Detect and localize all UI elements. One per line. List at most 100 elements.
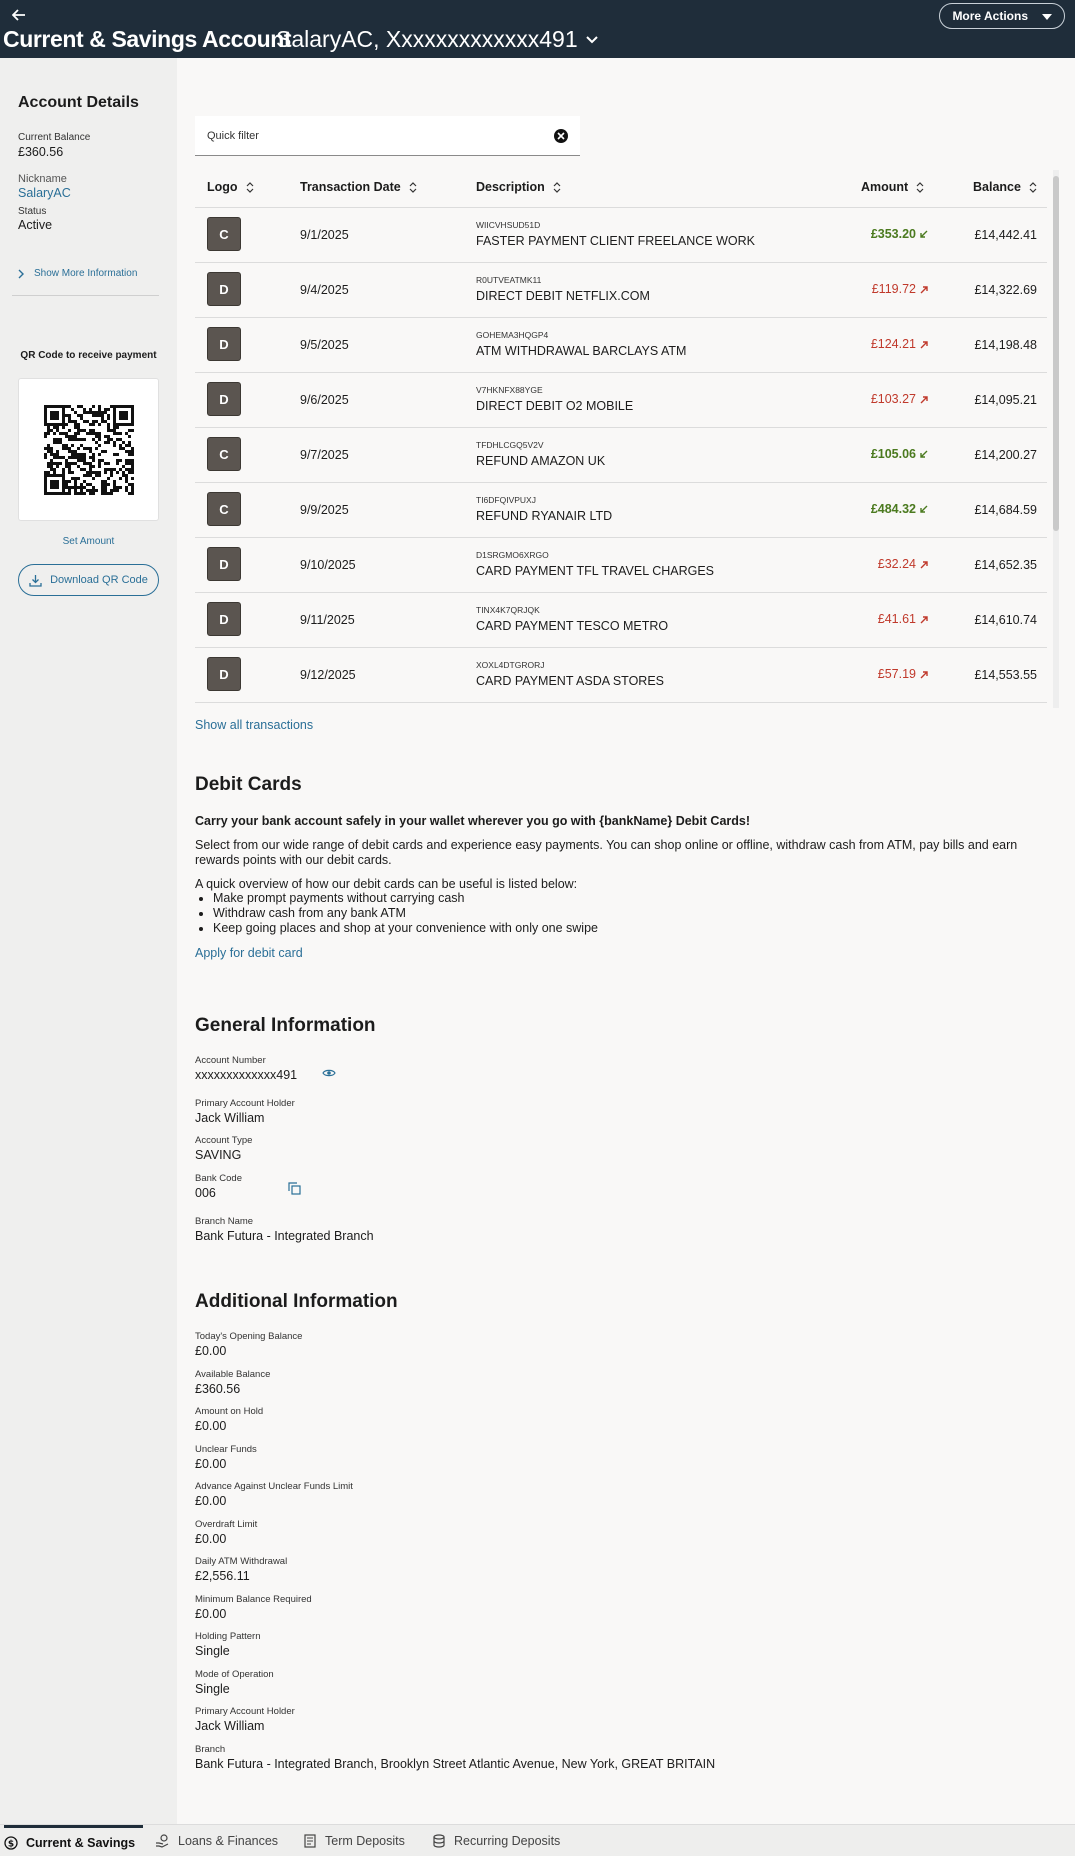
amount-value: £353.20 xyxy=(870,227,916,241)
account-type-label: Account Type xyxy=(195,1135,253,1146)
arrow-up-right-icon xyxy=(920,670,928,678)
amount-value: £103.27 xyxy=(870,392,916,406)
transaction-logo: D xyxy=(207,657,241,691)
transaction-balance: £14,553.55 xyxy=(974,668,1037,682)
transaction-reference: GOHEMA3HQGP4 xyxy=(476,330,549,340)
table-row[interactable]: D 9/10/2025 D1SRGMO6XRGO CARD PAYMENT TFL T… xyxy=(195,538,1047,593)
table-row[interactable]: C 9/7/2025 TFDHLCGQ5V2V REFUND AMAZON UK £10… xyxy=(195,428,1047,483)
table-row[interactable]: C 9/1/2025 WIICVHSUD51D FASTER PAYMENT CLIE… xyxy=(195,208,1047,263)
column-header-logo[interactable]: Logo xyxy=(207,180,254,194)
set-amount-link[interactable]: Set Amount xyxy=(0,536,177,547)
table-row[interactable]: D 9/12/2025 XOXL4DTGRORJ CARD PAYMENT ASDA … xyxy=(195,648,1047,703)
transaction-amount: £41.61 xyxy=(878,612,929,626)
transaction-date: 9/4/2025 xyxy=(300,283,349,297)
info-field-label: Advance Against Unclear Funds Limit xyxy=(195,1481,353,1492)
apply-debit-card-link[interactable]: Apply for debit card xyxy=(195,946,303,961)
table-row[interactable]: C 9/9/2025 TI6DFQIVPUXJ REFUND RYANAIR LTD £… xyxy=(195,483,1047,538)
column-header-amount[interactable]: Amount xyxy=(861,180,924,194)
info-field-label: Overdraft Limit xyxy=(195,1518,258,1530)
bank-code-label: Bank Code xyxy=(195,1173,243,1184)
tab-recurring-deposits[interactable]: Recurring Deposits xyxy=(432,1825,560,1856)
table-row[interactable]: D 9/6/2025 V7HKNFX88YGE DIRECT DEBIT O2 MOB… xyxy=(195,373,1047,428)
amount-value: £32.24 xyxy=(877,557,916,571)
transaction-balance: £14,095.21 xyxy=(974,393,1037,407)
transaction-amount: £103.27 xyxy=(871,392,929,406)
account-details-title: Account Details xyxy=(18,94,139,111)
branch-name-label: Branch Name xyxy=(195,1216,254,1227)
download-icon xyxy=(29,574,42,587)
primary-holder-value: Jack William xyxy=(195,1111,265,1125)
info-field-value: Jack William xyxy=(195,1719,265,1733)
transaction-description: CARD PAYMENT TFL TRAVEL CHARGES xyxy=(476,564,715,578)
debit-cards-tagline: Carry your bank account safely in your w… xyxy=(195,814,751,828)
arrow-up-right-icon xyxy=(920,395,928,403)
show-all-transactions-link[interactable]: Show all transactions xyxy=(195,718,313,732)
quick-filter-input[interactable] xyxy=(207,129,527,142)
tab-label: Term Deposits xyxy=(325,1834,405,1848)
download-qr-label: Download QR Code xyxy=(50,574,148,586)
transaction-logo: D xyxy=(207,547,241,581)
info-field-value: Bank Futura - Integrated Branch, Brookly… xyxy=(195,1756,716,1771)
account-selector[interactable]: SalaryAC, Xxxxxxxxxxxxx491 xyxy=(276,26,598,53)
tab-label: Recurring Deposits xyxy=(454,1834,561,1848)
table-row[interactable]: D 9/4/2025 R0UTVEATMK11 DIRECT DEBIT NETFLI… xyxy=(195,263,1047,318)
sidebar-divider xyxy=(12,295,159,296)
table-row[interactable]: D 9/11/2025 TINX4K7QRJQK CARD PAYMENT TESCO… xyxy=(195,593,1047,648)
header-label: Balance xyxy=(973,180,1021,194)
table-row[interactable]: D 9/5/2025 GOHEMA3HQGP4 ATM WITHDRAWAL BARC… xyxy=(195,318,1047,373)
column-header-date[interactable]: Transaction Date xyxy=(300,180,417,194)
amount-value: £119.72 xyxy=(871,282,916,296)
branch-name-value: Bank Futura - Integrated Branch xyxy=(195,1229,374,1243)
column-header-balance[interactable]: Balance xyxy=(973,180,1037,194)
clear-filter-icon[interactable] xyxy=(554,129,568,143)
back-button[interactable] xyxy=(8,4,30,26)
check-arrow-icon xyxy=(920,505,928,513)
info-field-value: £360.56 xyxy=(195,1381,241,1396)
debit-cards-intro: Select from our wide range of debit card… xyxy=(195,838,1018,867)
debit-cards-overview: A quick overview of how our debit cards … xyxy=(195,877,578,891)
column-header-description[interactable]: Description xyxy=(476,180,561,194)
info-field-label: Today's Opening Balance xyxy=(195,1331,303,1342)
copy-icon[interactable] xyxy=(288,1182,301,1200)
current-balance-label: Current Balance xyxy=(18,132,91,143)
eye-icon[interactable] xyxy=(322,1065,336,1083)
download-qr-button[interactable]: Download QR Code xyxy=(18,564,159,596)
more-actions-label: More Actions xyxy=(952,9,1028,23)
check-arrow-icon xyxy=(920,230,928,238)
transaction-balance: £14,652.35 xyxy=(974,558,1037,572)
transaction-logo: D xyxy=(207,327,241,361)
scrollbar-thumb[interactable] xyxy=(1053,176,1059,531)
transaction-description: DIRECT DEBIT NETFLIX.COM xyxy=(476,289,650,303)
transaction-amount: £105.06 xyxy=(871,447,929,461)
transaction-logo: C xyxy=(207,217,241,251)
transaction-logo: C xyxy=(207,492,241,526)
top-bar: Current & Savings Account SalaryAC, Xxxx… xyxy=(0,0,1075,58)
transaction-logo: D xyxy=(207,382,241,416)
check-arrow-icon xyxy=(920,450,928,458)
tab-current-savings[interactable]: $ Current & Savings xyxy=(4,1825,144,1856)
hand-coin-icon xyxy=(156,1834,169,1848)
receipt-icon xyxy=(304,1834,316,1848)
transaction-logo: C xyxy=(207,437,241,471)
transaction-description: CARD PAYMENT ASDA STORES xyxy=(476,674,665,688)
amount-value: £105.06 xyxy=(870,447,916,461)
info-field-value: £0.00 xyxy=(195,1456,227,1471)
transactions-table: Logo Transaction Date Description Amount… xyxy=(195,168,1069,708)
transaction-date: 9/10/2025 xyxy=(300,558,356,572)
sort-icon xyxy=(916,181,924,193)
tab-loans-finances[interactable]: Loans & Finances xyxy=(155,1825,278,1856)
transaction-balance: £14,322.69 xyxy=(974,283,1037,297)
account-type-value: SAVING xyxy=(195,1148,242,1162)
svg-text:$: $ xyxy=(8,1839,14,1849)
transaction-balance: £14,684.59 xyxy=(974,503,1037,517)
tab-label: Loans & Finances xyxy=(178,1834,279,1848)
tab-term-deposits[interactable]: Term Deposits xyxy=(303,1825,405,1856)
transaction-balance: £14,198.48 xyxy=(974,338,1037,352)
table-scrollbar[interactable] xyxy=(1053,170,1059,708)
page-title: Current & Savings Account xyxy=(3,26,292,52)
transaction-date: 9/6/2025 xyxy=(300,393,349,407)
more-actions-button[interactable]: More Actions xyxy=(939,3,1065,29)
show-more-information-link[interactable]: Show More Information xyxy=(18,268,137,279)
qr-code xyxy=(18,378,159,521)
arrow-up-right-icon xyxy=(920,615,928,623)
